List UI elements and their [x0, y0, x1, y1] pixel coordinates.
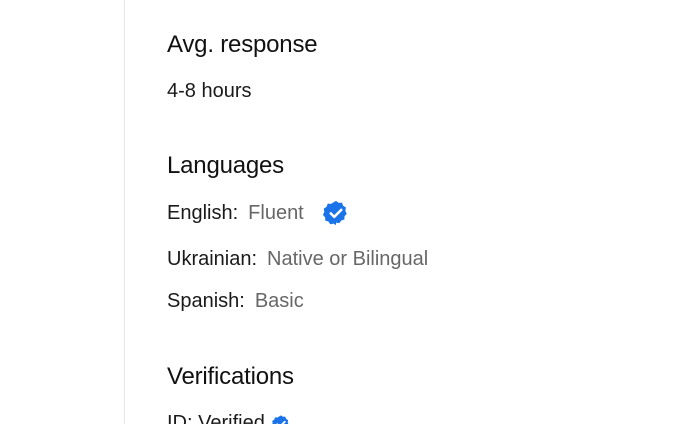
language-name: English:: [167, 201, 239, 224]
left-column-divider: [0, 0, 125, 424]
verification-label: ID: Verified: [167, 412, 265, 424]
languages-heading: Languages: [167, 152, 284, 179]
language-name: Spanish:: [167, 290, 245, 312]
avg-response-heading: Avg. response: [167, 31, 318, 58]
language-level: Native or Bilingual: [267, 248, 429, 270]
verified-badge-icon: [322, 199, 350, 227]
verifications-heading: Verifications: [167, 363, 294, 390]
profile-sidebar-page: Avg. response 4-8 hours Languages Englis…: [0, 0, 686, 424]
language-item-english: English: Fluent: [167, 199, 350, 227]
language-level: Basic: [254, 290, 304, 312]
language-item-spanish: Spanish: Basic: [167, 290, 304, 313]
verified-badge-icon: [271, 414, 291, 424]
verification-item-id: ID: Verified: [167, 412, 291, 424]
language-level: Fluent: [248, 201, 304, 224]
language-item-ukrainian: Ukrainian: Native or Bilingual: [167, 248, 428, 271]
language-name: Ukrainian:: [167, 248, 258, 270]
avg-response-value: 4-8 hours: [167, 80, 252, 102]
